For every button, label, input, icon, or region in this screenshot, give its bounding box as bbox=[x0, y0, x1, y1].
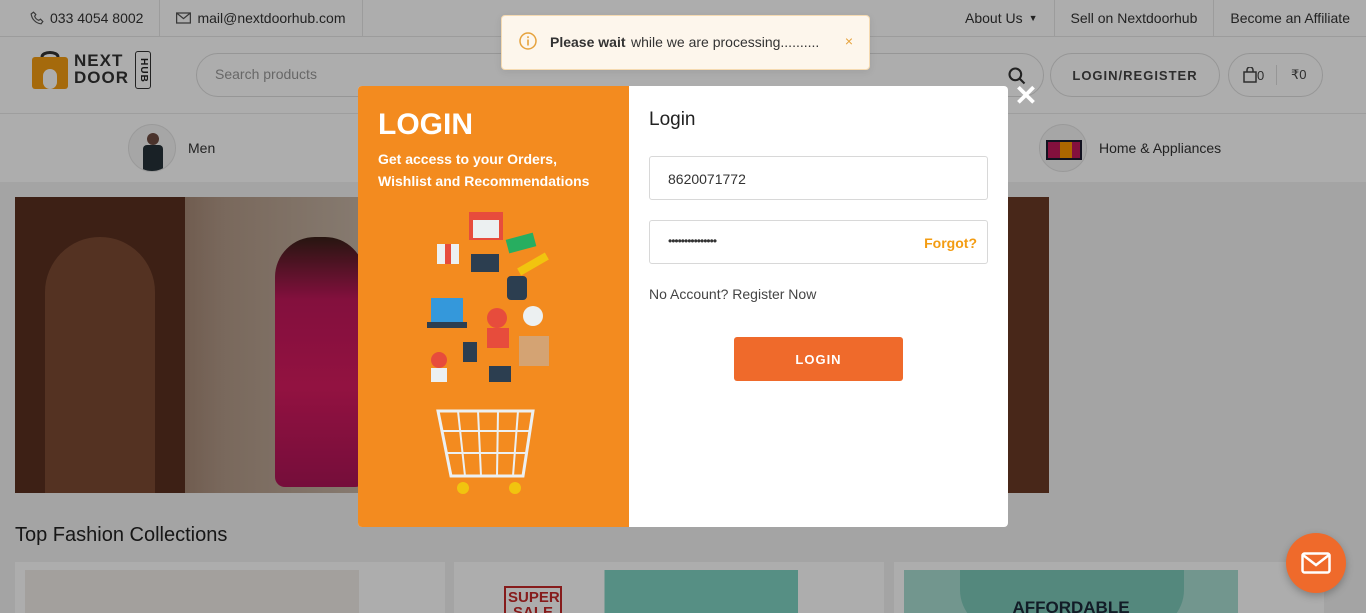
close-icon[interactable]: ✕ bbox=[1014, 82, 1038, 110]
toast-close-icon[interactable]: × bbox=[845, 33, 853, 49]
login-button[interactable]: LOGIN bbox=[734, 337, 903, 381]
processing-toast: Please wait while we are processing.....… bbox=[501, 15, 870, 70]
toast-title: Please wait bbox=[550, 34, 626, 50]
login-form-panel: Login 8620071772 ••••••••••••••• Forgot?… bbox=[629, 86, 1008, 527]
forgot-password-link[interactable]: Forgot? bbox=[924, 235, 977, 251]
info-icon bbox=[519, 32, 537, 50]
login-modal: LOGIN Get access to your Orders, Wishlis… bbox=[358, 86, 1008, 527]
shopping-illustration-icon bbox=[427, 212, 549, 494]
password-field[interactable]: ••••••••••••••• Forgot? bbox=[649, 220, 988, 264]
mail-icon bbox=[1301, 552, 1331, 574]
promo-text: Get access to your Orders, Wishlist and … bbox=[378, 151, 590, 189]
login-title: Login bbox=[649, 109, 696, 130]
login-promo-panel: LOGIN Get access to your Orders, Wishlis… bbox=[358, 86, 629, 527]
promo-title: LOGIN bbox=[378, 108, 473, 141]
phone-field-value: 8620071772 bbox=[668, 171, 746, 187]
toast-message: while we are processing.......... bbox=[631, 34, 820, 50]
password-field-value: ••••••••••••••• bbox=[668, 234, 717, 248]
register-link[interactable]: No Account? Register Now bbox=[649, 286, 816, 302]
contact-mail-button[interactable] bbox=[1286, 533, 1346, 593]
phone-field[interactable]: 8620071772 bbox=[649, 156, 988, 200]
